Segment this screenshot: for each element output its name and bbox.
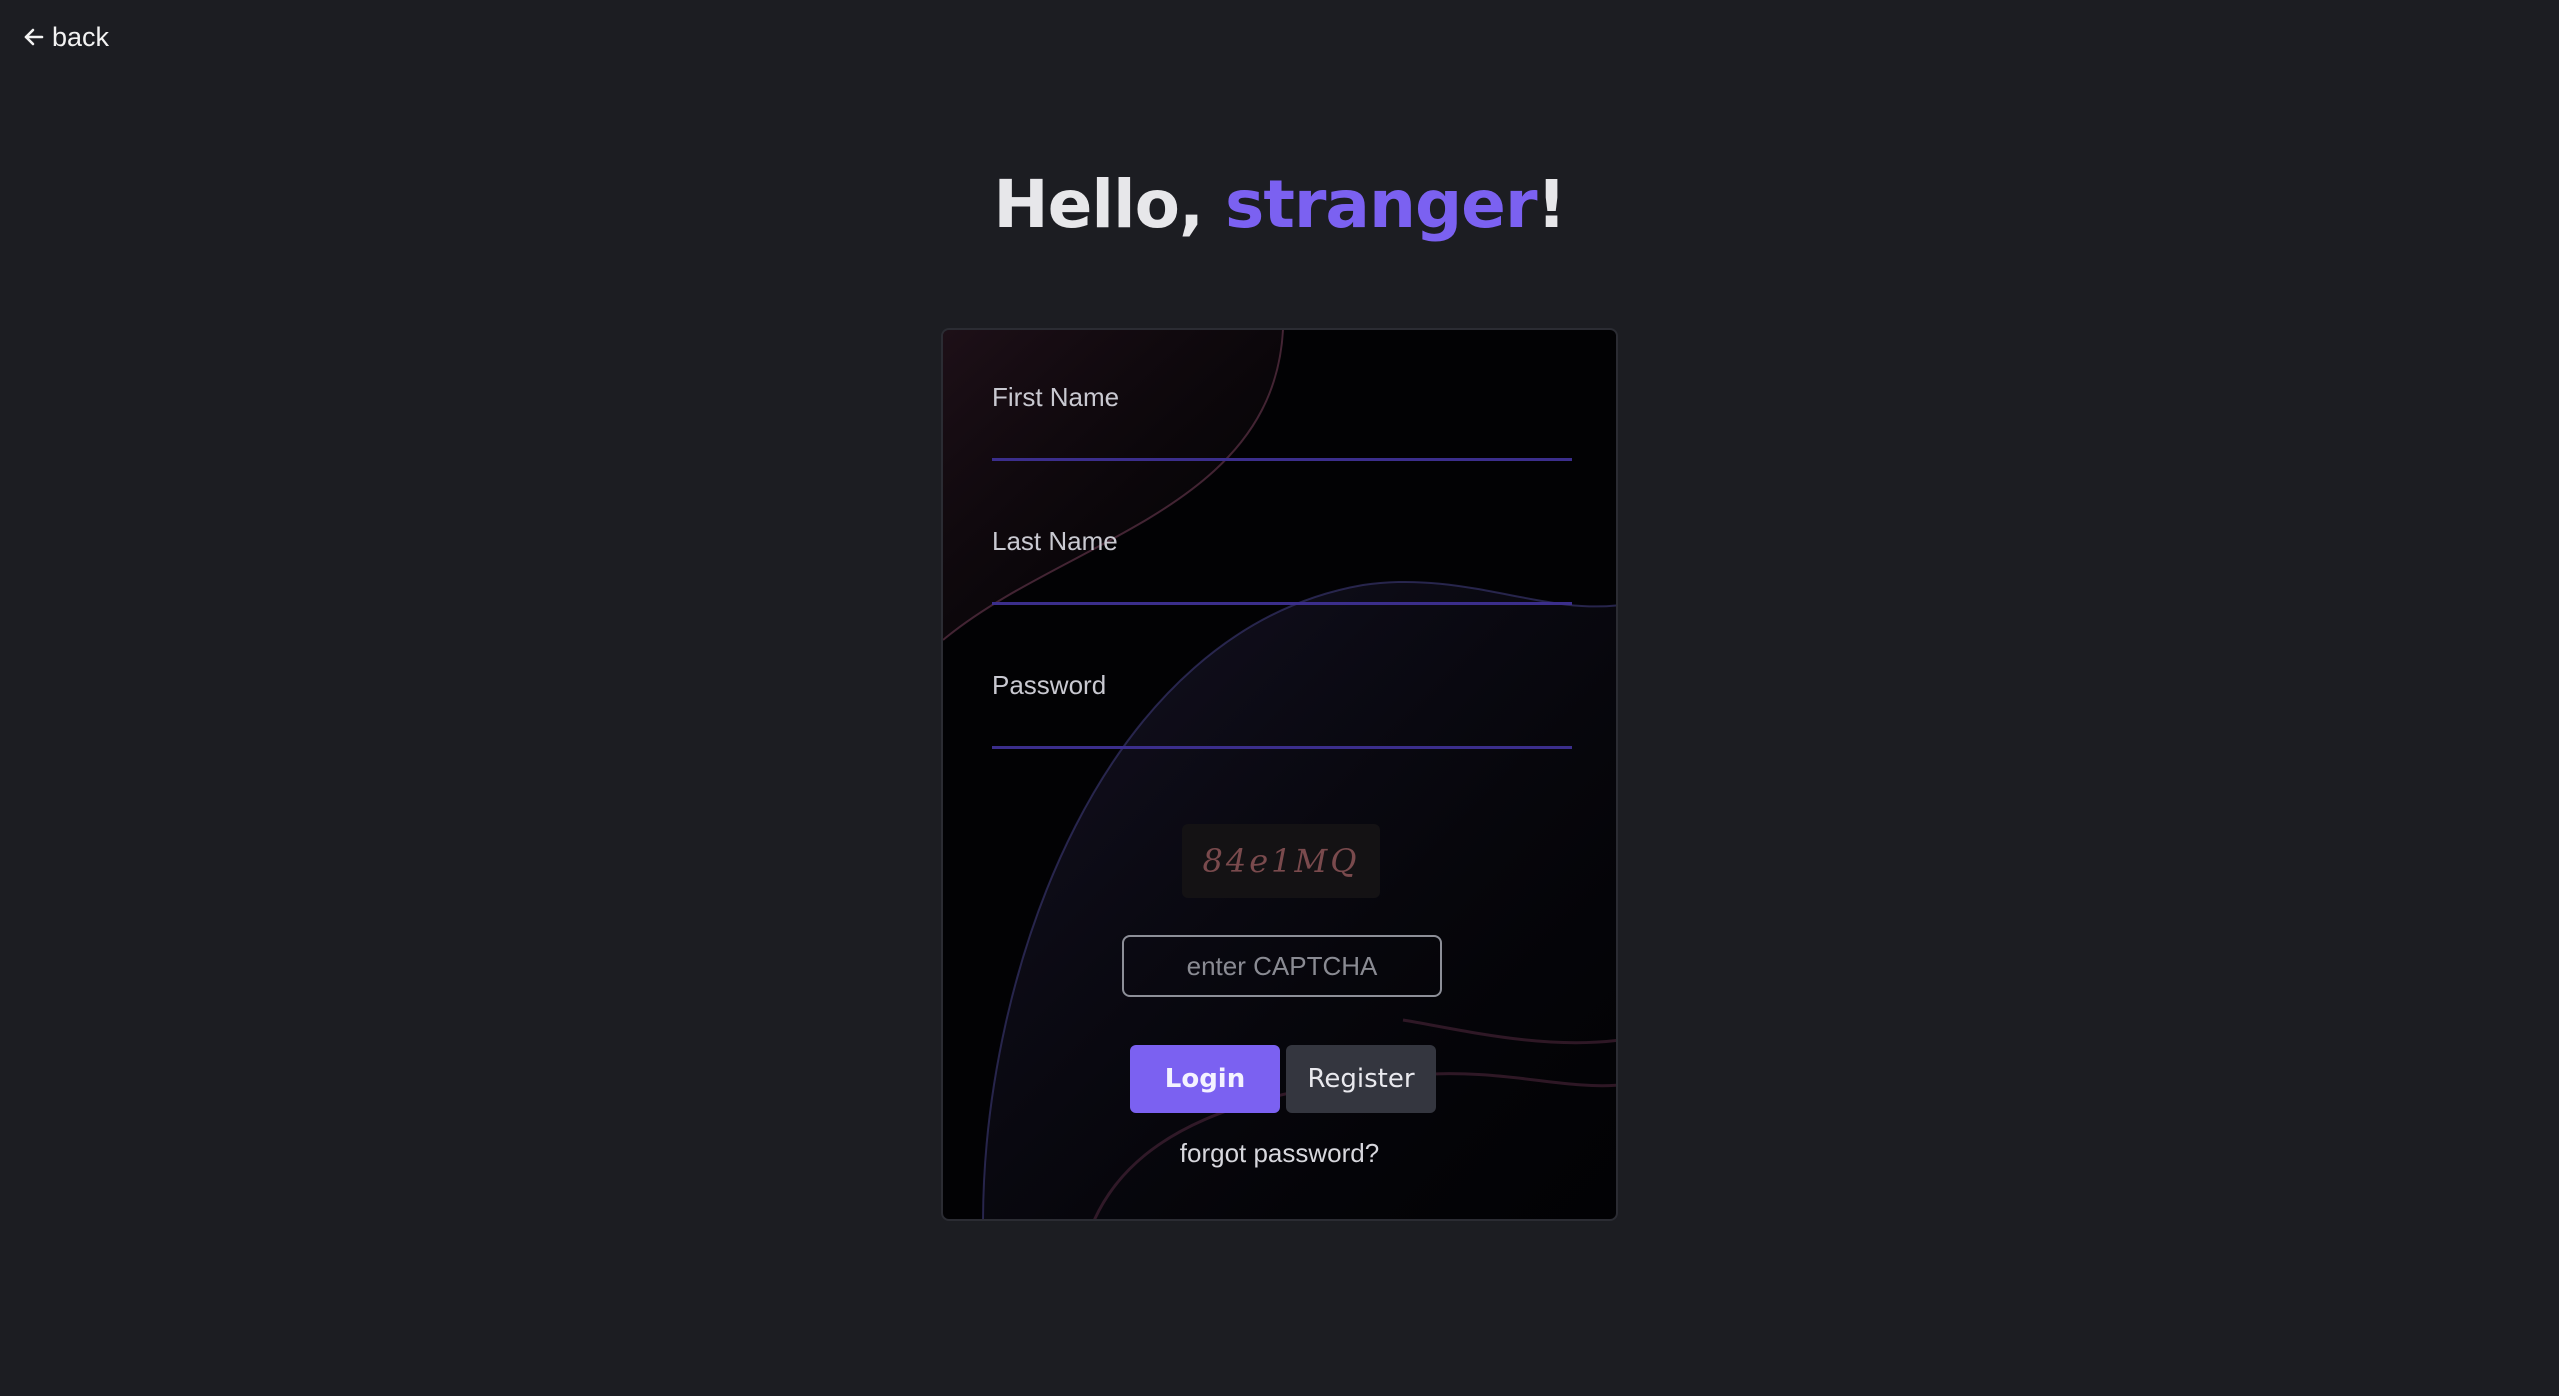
first-name-field: First Name: [992, 380, 1572, 461]
last-name-field: Last Name: [992, 524, 1572, 605]
forgot-password-link[interactable]: forgot password?: [943, 1138, 1616, 1169]
first-name-label: First Name: [992, 382, 1120, 412]
card-background-art: [943, 330, 1616, 1219]
password-field: Password: [992, 668, 1572, 749]
last-name-label: Last Name: [992, 526, 1118, 556]
login-button[interactable]: Login: [1130, 1045, 1280, 1113]
register-button[interactable]: Register: [1286, 1045, 1436, 1113]
captcha-input[interactable]: [1122, 935, 1442, 997]
greeting-suffix: !: [1536, 166, 1567, 243]
password-input[interactable]: [992, 706, 1572, 749]
greeting-name: stranger: [1225, 166, 1537, 243]
login-card: First Name Last Name Password 84e1MQ Log…: [941, 328, 1618, 1221]
back-label: back: [52, 21, 110, 52]
greeting-prefix: Hello,: [993, 166, 1226, 243]
password-label: Password: [992, 670, 1107, 700]
last-name-input[interactable]: [992, 562, 1572, 605]
captcha-image: 84e1MQ: [1182, 824, 1380, 898]
greeting-title: Hello, stranger!: [0, 160, 2559, 250]
back-link[interactable]: back: [22, 20, 109, 54]
arrow-left-icon: [24, 28, 44, 46]
first-name-input[interactable]: [992, 418, 1572, 461]
